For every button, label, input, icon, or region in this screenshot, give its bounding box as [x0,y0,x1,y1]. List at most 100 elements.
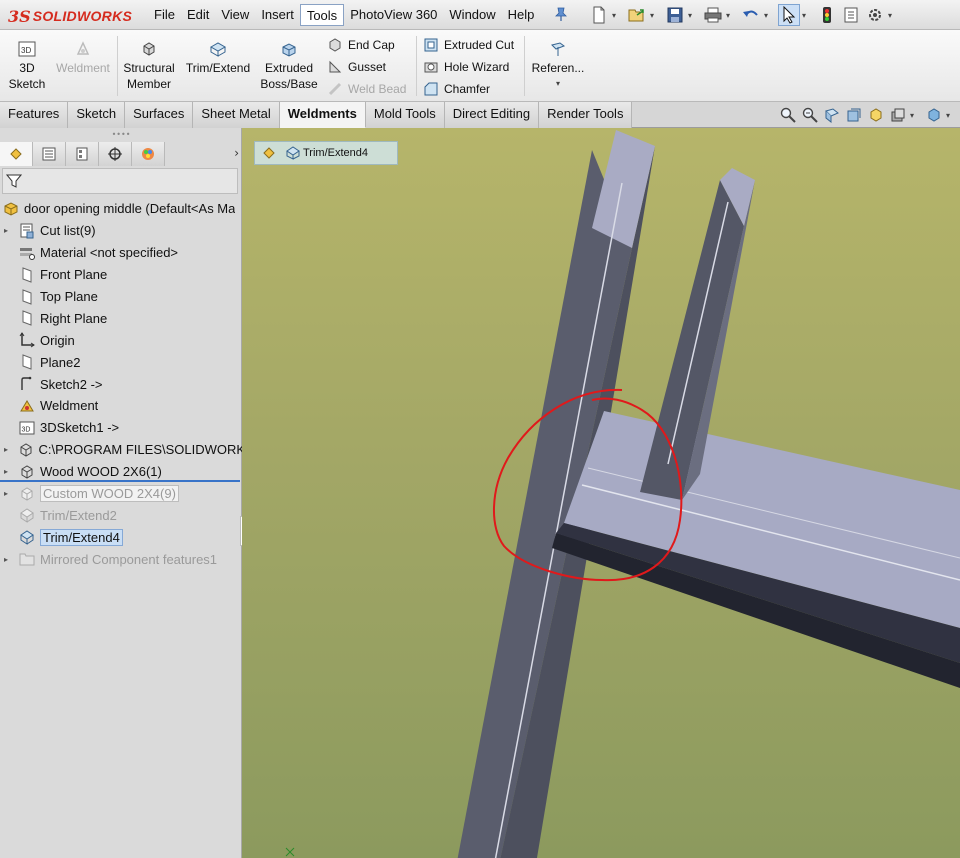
svg-text:3D: 3D [22,426,31,433]
hide-show-items-icon[interactable] [924,105,944,125]
expand-arrow-icon[interactable]: ▸ [4,555,14,564]
select-icon[interactable] [778,4,800,26]
tree-root-part[interactable]: door opening middle (Default<As Ma [0,198,242,220]
sketch-icon [18,376,36,392]
reference-dropdown-icon[interactable]: ▾ [530,76,586,92]
panel-grip[interactable]: •••• [0,128,242,140]
menu-help[interactable]: Help [502,4,541,26]
print-icon[interactable] [702,4,724,26]
tree-item-trim-extend4[interactable]: Trim/Extend4 [0,526,242,548]
pin-menu-icon[interactable] [554,6,568,22]
display-style-icon[interactable] [888,105,908,125]
weld-bead-icon [326,81,344,97]
select-dropdown[interactable]: ▾ [802,11,810,20]
tab-surfaces[interactable]: Surfaces [125,102,194,128]
tree-item-3dsketch1[interactable]: 3D 3DSketch1 -> [0,417,242,439]
expand-arrow-icon[interactable]: ▸ [4,489,14,498]
expand-arrow-icon[interactable]: ▸ [4,226,14,235]
hole-wizard-label: Hole Wizard [444,60,510,74]
chamfer-button[interactable]: Chamfer [422,78,514,100]
expand-panel-chevron-icon[interactable]: › [234,146,239,160]
feature-breadcrumb[interactable]: Trim/Extend4 [254,141,398,165]
feature-tree-filter[interactable] [2,168,238,194]
menu-tools[interactable]: Tools [299,4,345,26]
tab-mold-tools[interactable]: Mold Tools [365,102,445,128]
file-properties-icon[interactable] [840,4,862,26]
tab-weldments[interactable]: Weldments [279,102,366,128]
tree-item-front-plane[interactable]: Front Plane [0,264,242,286]
reference-geometry-label: Referen... [531,61,585,75]
display-style-dropdown[interactable]: ▾ [910,111,918,120]
expand-arrow-icon[interactable]: ▸ [4,467,14,476]
weldment-button[interactable]: Weldment [52,40,114,76]
tab-render-tools[interactable]: Render Tools [539,102,633,128]
menu-file[interactable]: File [148,4,181,26]
zoom-to-fit-icon[interactable] [778,105,798,125]
rollback-bar[interactable] [0,480,240,482]
tab-direct-editing[interactable]: Direct Editing [444,102,540,128]
3d-sketch-button[interactable]: 3D 3D Sketch [6,40,48,92]
plane-icon [18,288,36,305]
structural-member-feature-icon [17,442,34,458]
print-dropdown[interactable]: ▾ [726,11,734,20]
trim-extend-button[interactable]: Trim/Extend [182,40,254,76]
section-view-icon[interactable] [844,105,864,125]
model-view[interactable] [242,128,960,858]
menu-photoview[interactable]: PhotoView 360 [344,4,443,26]
dimxpert-manager-tab-icon[interactable] [99,142,132,166]
expand-arrow-icon[interactable]: ▸ [4,445,13,454]
menu-insert[interactable]: Insert [255,4,300,26]
hide-show-dropdown[interactable]: ▾ [946,111,954,120]
tree-item-sketch2[interactable]: Sketch2 -> [0,373,242,395]
tab-features[interactable]: Features [0,102,69,128]
tree-item-origin[interactable]: Origin [0,329,242,351]
tree-item-mirrored-component-features1[interactable]: ▸ Mirrored Component features1 [0,548,242,570]
tree-item-library-profile[interactable]: ▸ C:\PROGRAM FILES\SOLIDWORKS [0,439,242,461]
hole-wizard-button[interactable]: Hole Wizard [422,56,514,78]
separator [416,36,417,96]
rebuild-icon[interactable] [816,4,838,26]
options-dropdown[interactable]: ▾ [888,11,896,20]
solidworks-logo[interactable]: 3S SOLIDWORKS [8,6,132,26]
tree-item-top-plane[interactable]: Top Plane [0,286,242,308]
extruded-boss-button[interactable]: Extruded Boss/Base [258,40,320,92]
open-dropdown[interactable]: ▾ [650,11,658,20]
open-icon[interactable] [626,4,648,26]
tree-item-custom-wood-2x4[interactable]: ▸ Custom WOOD 2X4(9) [0,483,242,505]
reference-geometry-button[interactable]: Referen... ▾ [530,40,586,92]
configuration-manager-tab-icon[interactable] [66,142,99,166]
tab-sheet-metal[interactable]: Sheet Metal [193,102,280,128]
new-doc-icon[interactable] [588,4,610,26]
origin-triad-icon [285,847,295,857]
extruded-cut-button[interactable]: Extruded Cut [422,34,514,56]
view-orientation-icon[interactable] [866,105,886,125]
end-cap-button[interactable]: End Cap [326,34,406,56]
undo-icon[interactable] [740,4,762,26]
structural-member-button[interactable]: Structural Member [120,40,178,92]
save-dropdown[interactable]: ▾ [688,11,696,20]
tree-item-label: Wood WOOD 2X6(1) [40,464,162,480]
options-icon[interactable] [864,4,886,26]
tree-item-cut-list[interactable]: ▸ Cut list(9) [0,220,242,242]
menu-view[interactable]: View [215,4,255,26]
save-icon[interactable] [664,4,686,26]
3d-sketch-icon: 3D [16,40,38,58]
feature-manager-tab-icon[interactable] [0,142,33,166]
weld-bead-button[interactable]: Weld Bead [326,78,406,100]
tree-item-material[interactable]: Material <not specified> [0,242,242,264]
tree-item-plane2[interactable]: Plane2 [0,351,242,373]
tab-sketch[interactable]: Sketch [68,102,126,128]
property-manager-tab-icon[interactable] [33,142,66,166]
tree-item-trim-extend2[interactable]: Trim/Extend2 [0,504,242,526]
zoom-to-area-icon[interactable] [800,105,820,125]
tree-item-right-plane[interactable]: Right Plane [0,307,242,329]
display-manager-tab-icon[interactable] [132,142,165,166]
previous-view-icon[interactable] [822,105,842,125]
tree-item-weldment[interactable]: Weldment [0,395,242,417]
graphics-area[interactable]: Trim/Extend4 [242,128,960,858]
menu-window[interactable]: Window [443,4,501,26]
undo-dropdown[interactable]: ▾ [764,11,772,20]
menu-edit[interactable]: Edit [181,4,215,26]
new-doc-dropdown[interactable]: ▾ [612,11,620,20]
gusset-button[interactable]: Gusset [326,56,406,78]
